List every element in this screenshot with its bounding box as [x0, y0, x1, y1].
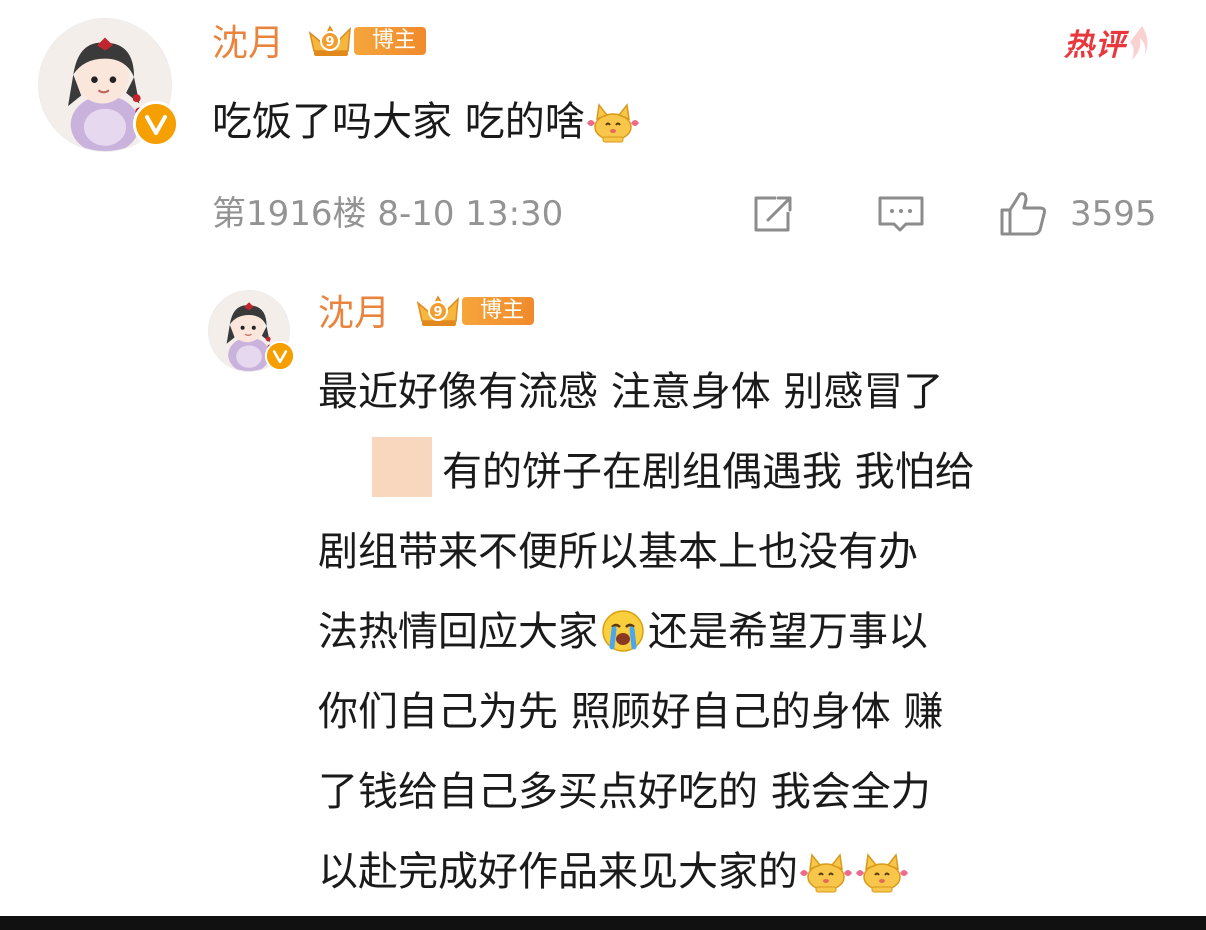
comment-button[interactable]	[876, 190, 926, 238]
reply-line: 以赴完成好作品来见大家的	[318, 832, 1158, 912]
cat-emoji-icon	[586, 103, 639, 143]
cat-emoji-icon	[800, 853, 852, 893]
username[interactable]: 沈月	[212, 26, 284, 62]
comment-meta: 第1916楼 8-10 13:30	[212, 194, 564, 234]
like-count: 3595	[1070, 194, 1157, 234]
svg-text:9: 9	[325, 35, 334, 50]
reply-line: 了钱给自己多买点好吃的 我会全力	[318, 769, 931, 815]
reply-line: 有的饼子在剧组偶遇我 我怕给	[318, 432, 1158, 512]
reply-line-text: 有的饼子在剧组偶遇我 我怕给	[442, 449, 975, 495]
comment-body: 吃饭了吗大家 吃的啥	[212, 99, 585, 145]
reply-line-text: 法热情回应大家	[318, 609, 598, 655]
bottom-bar	[0, 916, 1206, 930]
share-icon	[754, 196, 792, 232]
share-button[interactable]	[748, 190, 798, 238]
svg-text:9: 9	[433, 305, 442, 320]
comment-text: 吃饭了吗大家 吃的啥	[212, 94, 641, 150]
cat-emoji-icon	[856, 853, 908, 893]
redacted-emoji	[372, 437, 432, 497]
reply-line: 最近好像有流感 注意身体 别感冒了	[318, 369, 944, 415]
reply-line: 剧组带来不便所以基本上也没有办	[318, 529, 918, 575]
crying-emoji-icon	[602, 610, 644, 652]
reply-avatar[interactable]	[208, 290, 295, 372]
blogger-badge: 9 博主	[306, 24, 427, 58]
reply-line: 法热情回应大家 还是希望万事以	[318, 592, 1158, 672]
hot-comment-tag: 热评	[1058, 24, 1154, 68]
reply-blogger-badge-label: 博主	[462, 297, 535, 325]
verified-icon	[133, 101, 179, 147]
reply-blogger-badge: 9 博主	[414, 294, 535, 328]
like-button[interactable]: 3595	[998, 190, 1157, 238]
reply-line-text: 还是希望万事以	[648, 609, 928, 655]
blogger-badge-label: 博主	[354, 27, 427, 55]
reply-verified-icon	[265, 341, 295, 371]
avatar[interactable]	[38, 18, 179, 152]
reply-username[interactable]: 沈月	[318, 296, 390, 332]
like-icon	[1000, 192, 1046, 236]
reply-line-text: 以赴完成好作品来见大家的	[318, 849, 798, 895]
reply-line: 你们自己为先 照顾好自己的身体 赚	[318, 689, 944, 735]
reply-text: 最近好像有流感 注意身体 别感冒了 有的饼子在剧组偶遇我 我怕给 剧组带来不便所…	[318, 352, 1158, 912]
hot-comment-label: 热评	[1064, 28, 1126, 63]
comment-icon	[878, 196, 924, 232]
